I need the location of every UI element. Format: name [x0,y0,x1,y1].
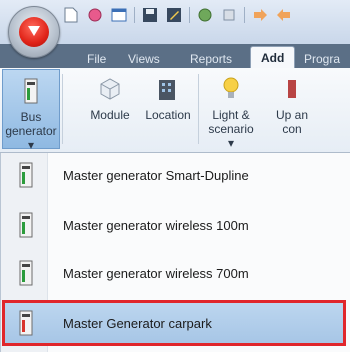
location-label: Location [145,108,191,122]
ribbon-separator [62,74,63,144]
light-scenario-label-2: scenario ▾ [208,122,254,150]
bus-generator-dropdown-menu: Master generator Smart-Dupline Master ge… [0,153,350,352]
app-logo-icon [19,17,49,47]
bus-generator-label: Bus [20,110,42,124]
stop-icon[interactable] [220,6,238,24]
tab-file[interactable]: File [87,50,106,68]
menu-item-carpark[interactable]: Master Generator carpark [2,300,346,346]
quick-access-toolbar [62,3,350,27]
generator-device-icon [5,259,47,287]
save-icon[interactable] [141,6,159,24]
tab-program[interactable]: Progra [304,50,340,68]
up-down-label-2: con [282,122,302,136]
generator-device-icon [5,309,47,337]
forward-icon[interactable] [251,6,269,24]
location-button[interactable]: Location [142,68,194,148]
menu-item-smart-dupline[interactable]: Master generator Smart-Dupline [5,155,343,195]
window-icon[interactable] [110,6,128,24]
generator-device-icon [5,161,47,189]
ribbon-separator [198,74,199,144]
light-bulb-icon [217,74,245,104]
toolbar-separator [134,7,135,23]
menu-item-label: Master generator wireless 100m [63,217,249,233]
application-menu-button[interactable] [8,6,60,58]
tab-reports[interactable]: Reports [190,50,232,68]
menu-item-label: Master generator wireless 700m [63,265,249,281]
bus-generator-button[interactable]: Bus generator ▾ [2,69,60,152]
toolbar-separator [244,7,245,23]
menu-item-wireless-100m[interactable]: Master generator wireless 100m [5,205,343,245]
generator-device-icon [5,211,47,239]
up-down-label: Up an [275,108,309,122]
light-scenario-button[interactable]: Light & scenario ▾ [206,68,256,150]
menu-item-wireless-700m[interactable]: Master generator wireless 700m [5,253,343,293]
edit-icon[interactable] [165,6,183,24]
bus-generator-icon [17,76,45,106]
menu-item-label: Master Generator carpark [63,315,212,331]
module-button[interactable]: Module [88,68,132,148]
toolbar-separator [189,7,190,23]
light-scenario-label: Light & [212,108,250,122]
module-label: Module [90,108,130,122]
tab-add[interactable]: Add [250,46,296,69]
settings-icon[interactable] [196,6,214,24]
module-icon [96,74,124,104]
back-icon[interactable] [275,6,293,24]
tab-views[interactable]: Views [128,50,160,68]
location-building-icon [154,74,182,104]
new-document-icon[interactable] [62,6,80,24]
bus-generator-label-2: generator ▾ [5,124,57,152]
open-icon[interactable] [86,6,104,24]
ribbon-panel: Bus generator ▾ Module Location Light & … [0,68,350,153]
up-and-down-button[interactable]: Up an con [262,68,322,148]
menu-item-label: Master generator Smart-Dupline [63,167,249,183]
up-down-icon [278,74,306,104]
